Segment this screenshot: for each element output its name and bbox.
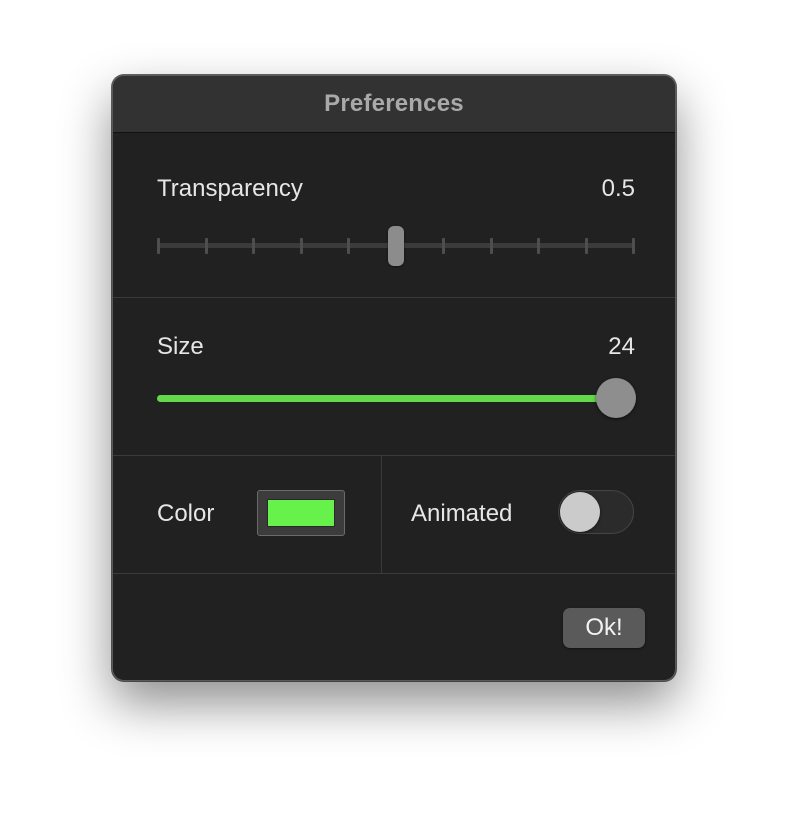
size-value: 24 xyxy=(608,333,635,360)
window-title: Preferences xyxy=(324,90,464,117)
slider-tick xyxy=(252,238,255,254)
slider-tick xyxy=(489,238,493,254)
color-label: Color xyxy=(157,500,215,527)
slider-tick xyxy=(442,238,445,254)
slider-tick xyxy=(299,238,303,254)
color-well[interactable] xyxy=(257,490,345,536)
slider-tick xyxy=(347,238,350,254)
size-slider-knob[interactable] xyxy=(595,378,636,418)
divider xyxy=(113,455,675,456)
ok-button[interactable]: Ok! xyxy=(563,608,645,648)
animated-toggle[interactable] xyxy=(558,490,634,534)
preferences-window: Preferences Transparency 0.5 Size 24 Col… xyxy=(112,75,676,681)
divider xyxy=(113,573,675,574)
transparency-label: Transparency xyxy=(157,175,303,202)
slider-tick xyxy=(632,238,635,254)
size-label: Size xyxy=(157,333,204,360)
title-bar[interactable]: Preferences xyxy=(113,76,675,133)
slider-tick xyxy=(584,238,588,254)
toggle-knob xyxy=(560,492,600,532)
animated-label: Animated xyxy=(411,500,513,527)
transparency-slider-knob[interactable] xyxy=(388,226,404,266)
size-slider-fill xyxy=(157,395,616,402)
slider-tick xyxy=(157,238,160,254)
slider-tick xyxy=(537,238,540,254)
transparency-value: 0.5 xyxy=(601,175,635,202)
slider-tick xyxy=(204,238,208,254)
divider xyxy=(113,297,675,298)
vertical-divider xyxy=(381,455,382,573)
color-swatch xyxy=(267,499,335,527)
